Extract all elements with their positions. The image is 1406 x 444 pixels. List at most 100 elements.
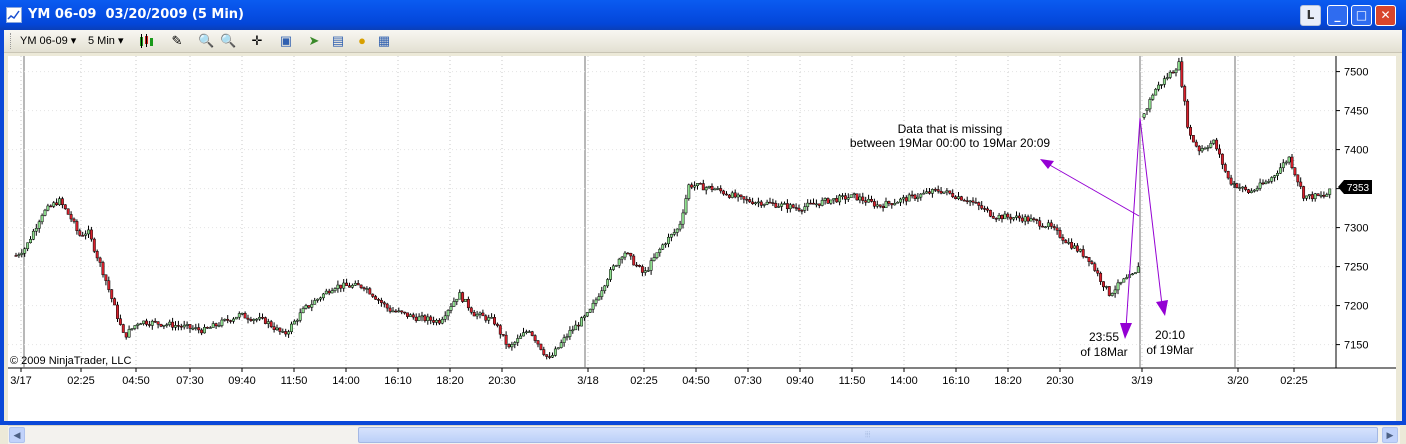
- candle-up: [223, 318, 227, 321]
- candle-up: [1325, 194, 1329, 197]
- candle-up: [730, 192, 734, 198]
- candle-down: [147, 324, 151, 326]
- candle-down: [1247, 189, 1250, 193]
- candle-up: [34, 228, 38, 232]
- candle-up: [252, 319, 256, 321]
- candle-up: [675, 228, 679, 233]
- candle-down: [484, 315, 488, 321]
- candle-up: [899, 198, 902, 203]
- candle-down: [159, 323, 163, 327]
- candle-up: [600, 290, 604, 297]
- candle-down: [14, 255, 18, 257]
- candle-down: [261, 317, 264, 319]
- candle-up: [1104, 286, 1108, 288]
- candle-down: [1075, 245, 1079, 252]
- price-chart[interactable]: 75007450740073507300725072007150 3/1702:…: [4, 30, 1402, 421]
- candle-up: [762, 203, 766, 206]
- candle-up: [174, 325, 177, 328]
- candle-up: [658, 249, 662, 253]
- candle-up: [945, 190, 949, 193]
- horizontal-scrollbar[interactable]: ◀ ⦙⦙⦙ ▶: [8, 425, 1400, 444]
- candle-up: [556, 347, 560, 350]
- candle-down: [1064, 240, 1068, 244]
- candle-down: [229, 320, 233, 322]
- candle-down: [429, 316, 433, 321]
- candle-up: [23, 248, 27, 254]
- candle-up: [37, 221, 41, 229]
- candle-up: [606, 279, 610, 287]
- candle-down: [719, 188, 723, 192]
- close-button[interactable]: ✕: [1375, 5, 1396, 26]
- candle-up: [440, 319, 444, 324]
- candle-up: [1264, 181, 1268, 185]
- candle-up: [336, 284, 340, 289]
- candle-down: [1096, 270, 1100, 274]
- candle-up: [516, 338, 520, 343]
- candle-up: [1044, 226, 1047, 228]
- candle-up: [330, 290, 334, 294]
- candle-up: [565, 336, 569, 339]
- candle-up: [603, 285, 607, 291]
- candle-up: [1133, 272, 1137, 275]
- candle-up: [290, 323, 293, 332]
- candle-up: [417, 316, 421, 321]
- candle-up: [568, 330, 572, 337]
- candle-up: [266, 321, 270, 324]
- candle-up: [232, 318, 235, 322]
- candle-down: [1035, 219, 1039, 221]
- candle-down: [92, 238, 96, 252]
- candle-down: [1197, 145, 1201, 152]
- grip-icon: ⦙⦙⦙: [865, 430, 871, 439]
- candle-down: [881, 206, 885, 208]
- candle-up: [1284, 161, 1288, 164]
- time-tick-label: 16:10: [942, 375, 970, 387]
- candle-up: [754, 202, 757, 205]
- candle-up: [220, 319, 224, 326]
- candle-down: [959, 196, 963, 201]
- candle-up: [1029, 218, 1033, 222]
- candle-down: [1084, 256, 1088, 258]
- candle-up: [452, 301, 456, 307]
- candle-up: [1287, 156, 1291, 163]
- scroll-right-button[interactable]: ▶: [1382, 427, 1398, 443]
- candle-up: [1252, 189, 1256, 192]
- maximize-button[interactable]: □: [1351, 5, 1372, 26]
- candle-down: [632, 255, 636, 266]
- candle-up: [130, 328, 134, 330]
- candle-up: [1131, 273, 1134, 276]
- title-bar[interactable]: YM 06-09 03/20/2009 (5 Min) L _ □ ✕: [0, 0, 1406, 30]
- candle-up: [1125, 277, 1129, 280]
- candle-down: [501, 333, 505, 336]
- candle-down: [1218, 148, 1221, 155]
- candle-down: [249, 319, 253, 321]
- candle-down: [983, 208, 987, 210]
- candle-up: [806, 202, 810, 207]
- candle-down: [878, 204, 882, 207]
- candle-down: [481, 312, 485, 317]
- candle-down: [284, 331, 288, 335]
- candle-down: [1189, 127, 1192, 136]
- candle-up: [150, 320, 154, 326]
- candle-down: [739, 194, 743, 197]
- candle-down: [1000, 215, 1004, 220]
- minimize-button[interactable]: _: [1327, 5, 1348, 26]
- candle-up: [1110, 293, 1114, 296]
- candle-down: [797, 207, 801, 211]
- candle-down: [368, 288, 372, 295]
- candle-up: [1278, 167, 1282, 174]
- candle-up: [678, 223, 682, 230]
- candle-up: [365, 288, 369, 290]
- candle-down: [406, 312, 409, 317]
- candle-up: [896, 201, 900, 204]
- left-date-label: of 18Mar: [1080, 345, 1127, 359]
- candle-up: [617, 258, 621, 266]
- scroll-thumb[interactable]: ⦙⦙⦙: [358, 427, 1378, 443]
- candle-up: [490, 317, 494, 319]
- link-button[interactable]: L: [1300, 5, 1321, 26]
- scroll-left-button[interactable]: ◀: [9, 427, 25, 443]
- candle-up: [191, 327, 195, 330]
- candle-up: [553, 348, 557, 356]
- candle-down: [113, 298, 117, 306]
- candle-down: [469, 307, 473, 313]
- candle-up: [1154, 89, 1158, 96]
